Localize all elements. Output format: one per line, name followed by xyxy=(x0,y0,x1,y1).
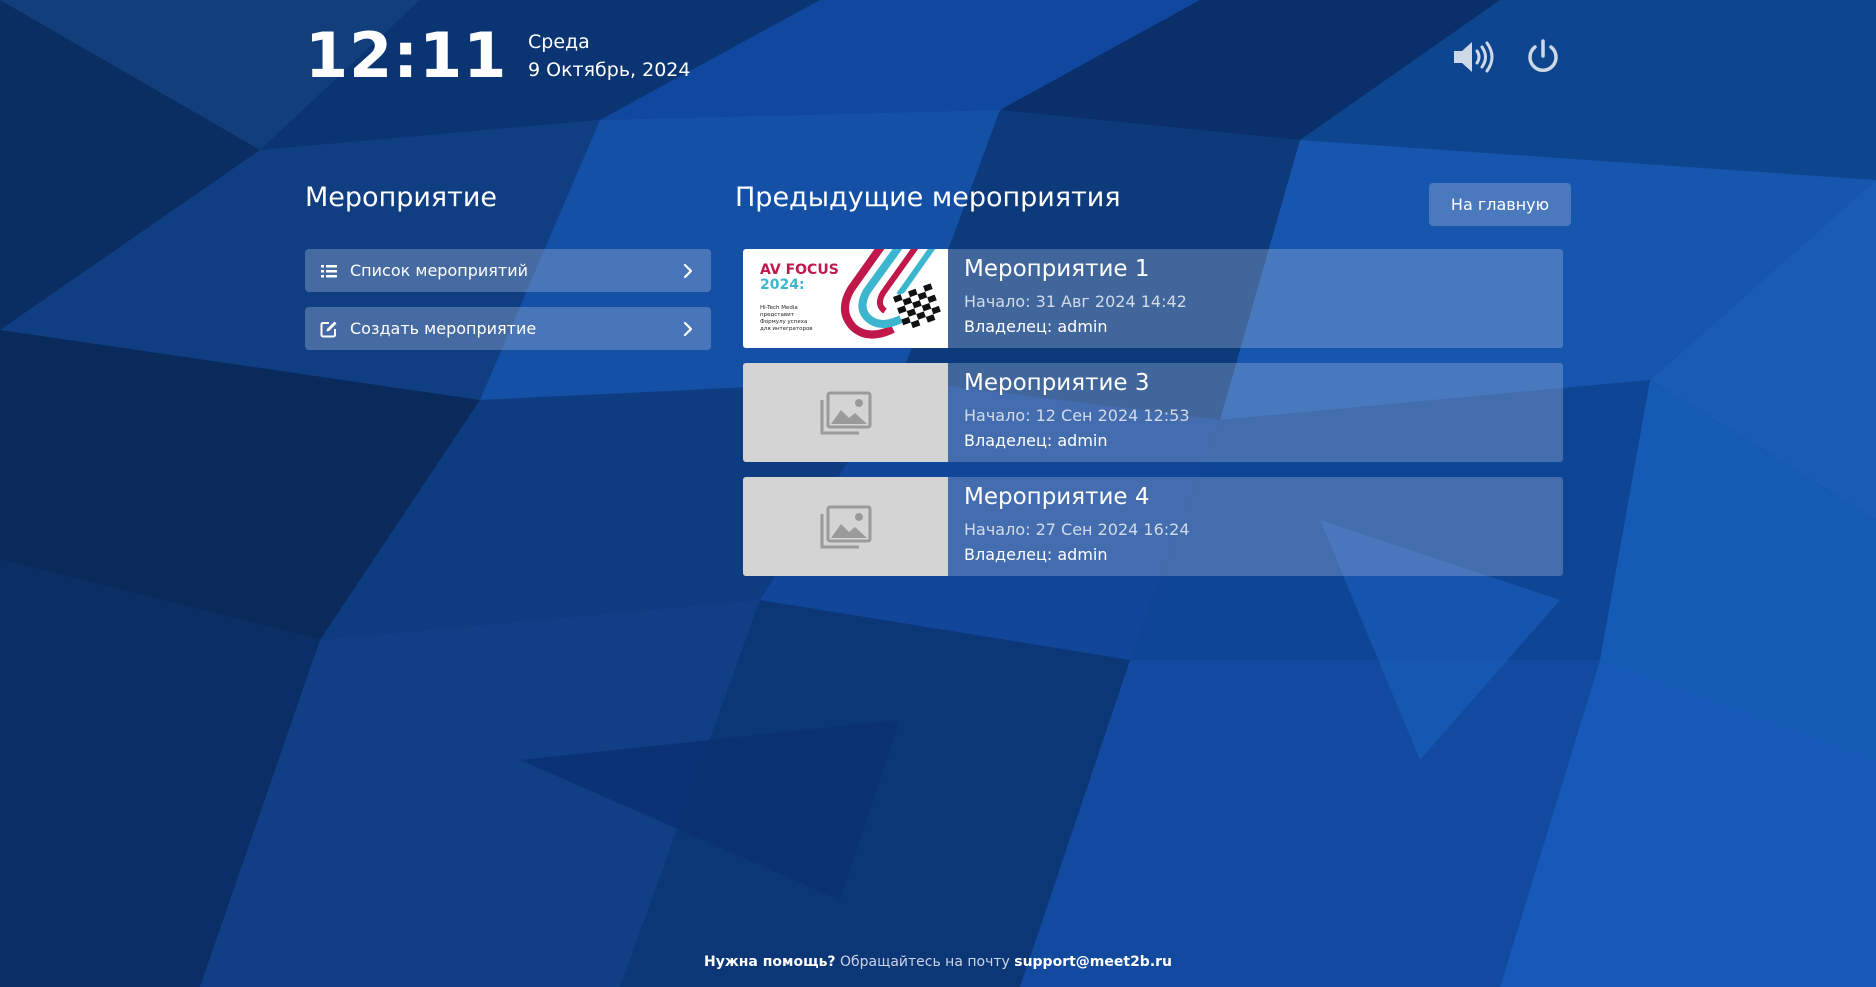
event-name: Мероприятие 1 xyxy=(964,256,1150,282)
event-start: Начало: 12 Сен 2024 12:53 xyxy=(964,406,1190,425)
event-name: Мероприятие 3 xyxy=(964,370,1150,396)
image-placeholder-icon xyxy=(820,505,871,548)
thumb-caption-line: Формулу успеха xyxy=(760,319,807,325)
event-owner: Владелец: admin xyxy=(964,545,1108,564)
home-button[interactable]: На главную xyxy=(1429,183,1571,226)
support-email-link[interactable]: support@meet2b.ru xyxy=(1014,954,1172,970)
menu-item-label: Список мероприятий xyxy=(350,261,528,280)
thumb-title-line2: 2024: xyxy=(760,277,805,293)
thumb-caption-line: для интеграторов xyxy=(760,326,813,332)
event-name: Мероприятие 4 xyxy=(964,484,1150,510)
event-card[interactable]: Мероприятие 4 Начало: 27 Сен 2024 16:24 … xyxy=(743,477,1563,576)
footer-help-label: Нужна помощь? xyxy=(703,954,836,970)
event-info: Мероприятие 1 Начало: 31 Авг 2024 14:42 … xyxy=(948,249,1187,348)
event-card[interactable]: AV FOCUS 2024: Hi-Tech Media представит … xyxy=(743,249,1563,348)
volume-icon xyxy=(1454,41,1494,73)
volume-button[interactable] xyxy=(1452,38,1498,76)
event-card[interactable]: Мероприятие 3 Начало: 12 Сен 2024 12:53 … xyxy=(743,363,1563,462)
previous-events-title: Предыдущие мероприятия xyxy=(735,182,1121,213)
event-thumbnail-placeholder xyxy=(743,477,948,576)
date-label: 9 Октябрь, 2024 xyxy=(528,59,691,81)
power-icon xyxy=(1528,39,1558,72)
weekday-label: Среда xyxy=(528,31,590,53)
footer-help: Нужна помощь? Обращайтесь на почту suppo… xyxy=(0,951,1876,973)
chevron-right-icon xyxy=(683,263,693,278)
event-info: Мероприятие 3 Начало: 12 Сен 2024 12:53 … xyxy=(948,363,1190,462)
image-placeholder-icon xyxy=(820,391,871,434)
menu-item-label: Создать мероприятие xyxy=(350,319,537,338)
event-thumbnail: AV FOCUS 2024: Hi-Tech Media представит … xyxy=(743,249,948,348)
date-block: Среда 9 Октябрь, 2024 xyxy=(528,28,690,84)
thumb-caption-line: представит xyxy=(760,312,795,318)
menu-item-create-event[interactable]: Создать мероприятие xyxy=(305,307,711,350)
footer-text: Обращайтесь на почту xyxy=(840,954,1010,970)
edit-icon xyxy=(320,321,337,337)
power-button[interactable] xyxy=(1524,38,1562,76)
event-info: Мероприятие 4 Начало: 27 Сен 2024 16:24 … xyxy=(948,477,1190,576)
thumb-caption-line: Hi-Tech Media xyxy=(760,305,798,311)
chevron-right-icon xyxy=(683,321,693,336)
event-thumbnail-placeholder xyxy=(743,363,948,462)
event-owner: Владелец: admin xyxy=(964,431,1108,450)
menu-item-event-list[interactable]: Список мероприятий xyxy=(305,249,711,292)
thumb-title-line1: AV FOCUS xyxy=(760,262,839,278)
clock-time: 12:11 xyxy=(305,19,508,92)
event-start: Начало: 31 Авг 2024 14:42 xyxy=(964,292,1187,311)
event-owner: Владелец: admin xyxy=(964,317,1108,336)
event-start: Начало: 27 Сен 2024 16:24 xyxy=(964,520,1190,539)
list-icon xyxy=(321,264,337,277)
left-panel-title: Мероприятие xyxy=(305,182,498,213)
